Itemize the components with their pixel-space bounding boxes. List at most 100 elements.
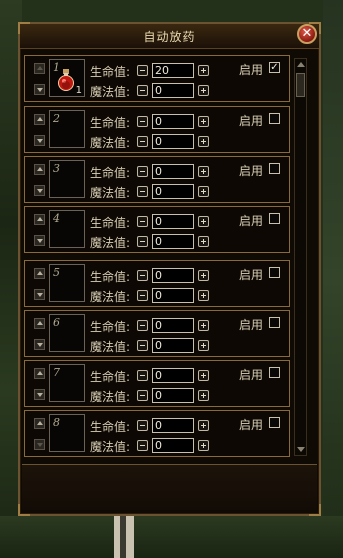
item-slot[interactable]: 7 xyxy=(49,364,85,402)
mp-decrease-button[interactable] xyxy=(137,290,148,301)
item-slot[interactable]: 8 xyxy=(49,414,85,452)
move-down-button[interactable] xyxy=(34,289,45,300)
mp-decrease-button[interactable] xyxy=(137,390,148,401)
item-slot[interactable]: 3 xyxy=(49,160,85,198)
mp-decrease-button[interactable] xyxy=(137,85,148,96)
slot-number: 2 xyxy=(53,112,60,125)
move-up-button[interactable] xyxy=(34,268,45,279)
mp-threshold-input[interactable]: 0 xyxy=(152,134,194,149)
move-up-button[interactable] xyxy=(34,418,45,429)
vertical-scrollbar[interactable] xyxy=(294,58,307,456)
hp-decrease-button[interactable] xyxy=(137,370,148,381)
move-up-button[interactable] xyxy=(34,318,45,329)
enable-checkbox[interactable]: ✓ xyxy=(269,62,280,73)
hp-decrease-button[interactable] xyxy=(137,420,148,431)
background-right xyxy=(323,0,343,558)
mp-increase-button[interactable] xyxy=(198,290,209,301)
hp-increase-button[interactable] xyxy=(198,420,209,431)
slot-number: 8 xyxy=(53,416,60,429)
hp-decrease-button[interactable] xyxy=(137,216,148,227)
move-down-button[interactable] xyxy=(34,339,45,350)
hp-threshold-input[interactable]: 0 xyxy=(152,318,194,333)
mp-increase-button[interactable] xyxy=(198,85,209,96)
background-bottom xyxy=(0,516,343,558)
hp-increase-button[interactable] xyxy=(198,65,209,76)
mp-threshold-input[interactable]: 0 xyxy=(152,184,194,199)
hp-increase-button[interactable] xyxy=(198,166,209,177)
hp-threshold-input[interactable]: 0 xyxy=(152,418,194,433)
hp-threshold-input[interactable]: 0 xyxy=(152,114,194,129)
hp-increase-button[interactable] xyxy=(198,320,209,331)
hp-increase-button[interactable] xyxy=(198,270,209,281)
enable-checkbox[interactable] xyxy=(269,367,280,378)
scroll-down-arrow-icon[interactable] xyxy=(296,445,305,454)
item-slot[interactable]: 5 xyxy=(49,264,85,302)
mp-threshold-input[interactable]: 0 xyxy=(152,83,194,98)
enable-checkbox[interactable] xyxy=(269,163,280,174)
item-slot[interactable]: 2 xyxy=(49,110,85,148)
item-slot[interactable]: 4 xyxy=(49,210,85,248)
enable-checkbox[interactable] xyxy=(269,213,280,224)
enable-checkbox[interactable] xyxy=(269,417,280,428)
slot-row-2: 2 生命值: 魔法值: 0 0 启用 xyxy=(24,106,290,153)
enable-checkbox[interactable] xyxy=(269,113,280,124)
hp-decrease-button[interactable] xyxy=(137,65,148,76)
hp-increase-button[interactable] xyxy=(198,370,209,381)
hp-threshold-input[interactable]: 20 xyxy=(152,63,194,78)
hp-decrease-button[interactable] xyxy=(137,166,148,177)
item-slot[interactable]: 6 xyxy=(49,314,85,352)
enable-label: 启用 xyxy=(239,164,264,178)
enable-checkbox[interactable] xyxy=(269,317,280,328)
hp-threshold-input[interactable]: 0 xyxy=(152,214,194,229)
move-up-button[interactable] xyxy=(34,63,45,74)
move-up-button[interactable] xyxy=(34,214,45,225)
mp-label: 魔法值: xyxy=(90,136,131,150)
enable-label: 启用 xyxy=(239,214,264,228)
move-up-button[interactable] xyxy=(34,164,45,175)
enable-checkbox[interactable] xyxy=(269,267,280,278)
move-down-button[interactable] xyxy=(34,84,45,95)
hp-threshold-input[interactable]: 0 xyxy=(152,368,194,383)
mp-decrease-button[interactable] xyxy=(137,236,148,247)
mp-decrease-button[interactable] xyxy=(137,186,148,197)
move-down-button[interactable] xyxy=(34,135,45,146)
mp-increase-button[interactable] xyxy=(198,186,209,197)
hp-threshold-input[interactable]: 0 xyxy=(152,268,194,283)
scroll-thumb[interactable] xyxy=(296,73,305,97)
close-button[interactable]: ✕ xyxy=(297,24,317,44)
mp-threshold-input[interactable]: 0 xyxy=(152,388,194,403)
slot-row-8: 8 生命值: 魔法值: 0 0 启用 xyxy=(24,410,290,457)
mp-increase-button[interactable] xyxy=(198,236,209,247)
mp-threshold-input[interactable]: 0 xyxy=(152,438,194,453)
hp-increase-button[interactable] xyxy=(198,216,209,227)
move-down-button[interactable] xyxy=(34,235,45,246)
hp-threshold-input[interactable]: 0 xyxy=(152,164,194,179)
hp-decrease-button[interactable] xyxy=(137,320,148,331)
slot-row-5: 5 生命值: 魔法值: 0 0 启用 xyxy=(24,260,290,307)
mp-decrease-button[interactable] xyxy=(137,440,148,451)
move-down-button[interactable] xyxy=(34,439,45,450)
mp-label: 魔法值: xyxy=(90,236,131,250)
scroll-up-arrow-icon[interactable] xyxy=(296,60,305,69)
item-slot[interactable]: 1 1 xyxy=(49,59,85,97)
mp-threshold-input[interactable]: 0 xyxy=(152,234,194,249)
mp-threshold-input[interactable]: 0 xyxy=(152,338,194,353)
hp-decrease-button[interactable] xyxy=(137,270,148,281)
hp-decrease-button[interactable] xyxy=(137,116,148,127)
mp-increase-button[interactable] xyxy=(198,440,209,451)
mp-increase-button[interactable] xyxy=(198,390,209,401)
auto-potion-window: 自动放药 ✕ 1 1 生命值: 魔法值: 20 0 启用 ✓ 2 生命值: 魔法… xyxy=(18,22,321,516)
mp-decrease-button[interactable] xyxy=(137,340,148,351)
move-up-button[interactable] xyxy=(34,368,45,379)
mp-threshold-input[interactable]: 0 xyxy=(152,288,194,303)
hp-label: 生命值: xyxy=(90,166,131,180)
title-bar[interactable]: 自动放药 ✕ xyxy=(20,24,319,49)
hp-increase-button[interactable] xyxy=(198,116,209,127)
move-up-button[interactable] xyxy=(34,114,45,125)
mp-increase-button[interactable] xyxy=(198,136,209,147)
mp-decrease-button[interactable] xyxy=(137,136,148,147)
mp-increase-button[interactable] xyxy=(198,340,209,351)
mp-label: 魔法值: xyxy=(90,290,131,304)
move-down-button[interactable] xyxy=(34,389,45,400)
move-down-button[interactable] xyxy=(34,185,45,196)
